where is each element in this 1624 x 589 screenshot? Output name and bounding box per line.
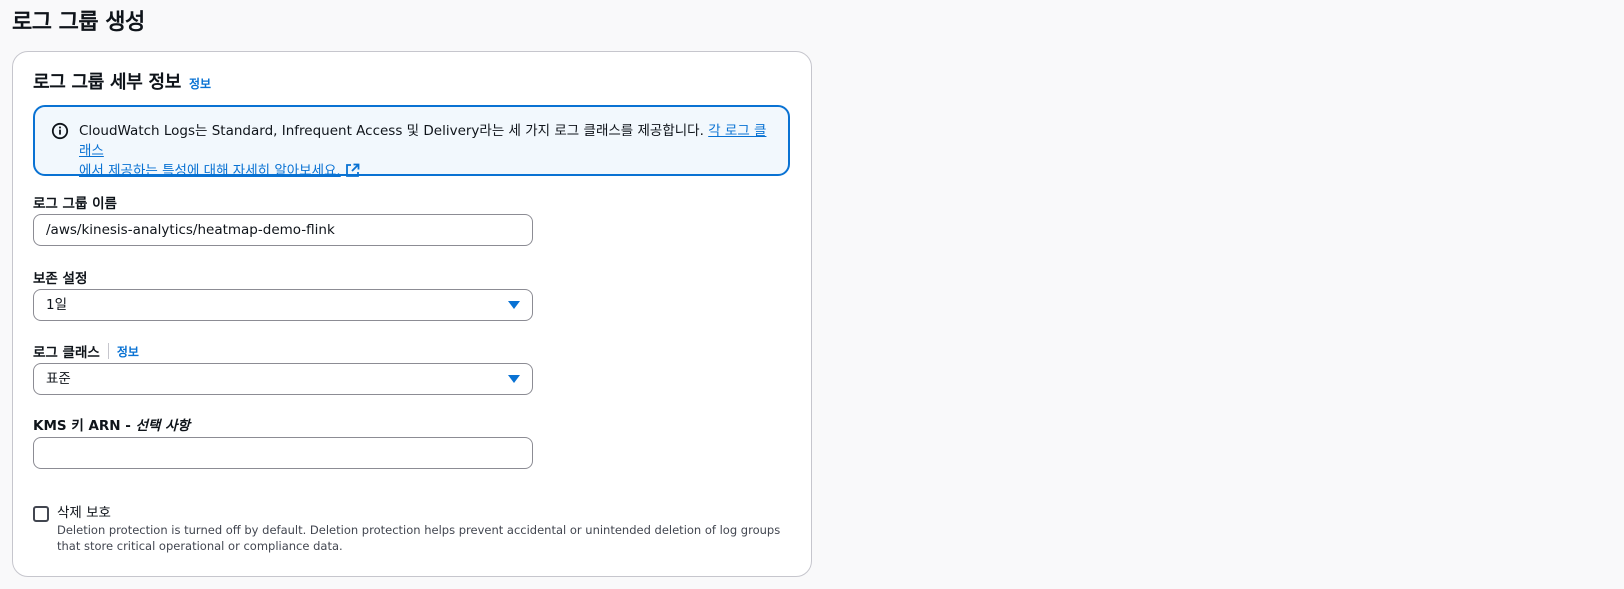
label-divider	[107, 343, 109, 359]
caret-down-icon	[508, 375, 520, 383]
panel-title: 로그 그룹 세부 정보	[33, 72, 181, 93]
panel-header: 로그 그룹 세부 정보 정보	[33, 68, 211, 94]
info-icon	[51, 122, 69, 174]
log-class-label: 로그 클래스	[33, 345, 100, 361]
retention-select[interactable]: 1일	[33, 289, 533, 321]
deletion-protection-checkbox[interactable]	[33, 506, 49, 522]
alert-message: CloudWatch Logs는 Standard, Infrequent Ac…	[79, 121, 770, 179]
kms-label-row: KMS 키 ARN - 선택 사항	[33, 414, 190, 434]
kms-label: KMS 키 ARN -	[33, 418, 136, 434]
deletion-protection-description: Deletion protection is turned off by def…	[57, 523, 781, 553]
deletion-protection-label[interactable]: 삭제 보호	[57, 503, 111, 524]
log-group-details-panel: 로그 그룹 세부 정보 정보 CloudWatch Logs는 Standard…	[12, 51, 812, 577]
log-class-label-row: 로그 클래스 정보	[33, 341, 139, 361]
kms-optional-label: 선택 사항	[135, 418, 190, 434]
log-class-value: 표준	[46, 371, 71, 387]
external-link-icon[interactable]	[345, 163, 360, 184]
page-title: 로그 그룹 생성	[12, 10, 145, 35]
log-group-name-label: 로그 그룹 이름	[33, 196, 117, 212]
log-class-info-alert: CloudWatch Logs는 Standard, Infrequent Ac…	[33, 105, 790, 179]
log-group-name-input[interactable]: /aws/kinesis-analytics/heatmap-demo-flin…	[33, 214, 533, 246]
retention-value: 1일	[46, 297, 68, 313]
alert-link-line2: 에서 제공하는 특성에 대해 자세히 알아보세요.	[79, 163, 341, 179]
panel-info-link[interactable]: 정보	[189, 75, 211, 92]
log-class-select[interactable]: 표준	[33, 363, 533, 395]
kms-key-arn-input[interactable]	[33, 437, 533, 469]
log-class-info-link[interactable]: 정보	[117, 343, 139, 360]
caret-down-icon	[508, 301, 520, 309]
retention-label: 보존 설정	[33, 271, 88, 287]
alert-text: CloudWatch Logs는 Standard, Infrequent Ac…	[79, 123, 709, 139]
deletion-protection-row: 삭제 보호	[33, 503, 111, 524]
